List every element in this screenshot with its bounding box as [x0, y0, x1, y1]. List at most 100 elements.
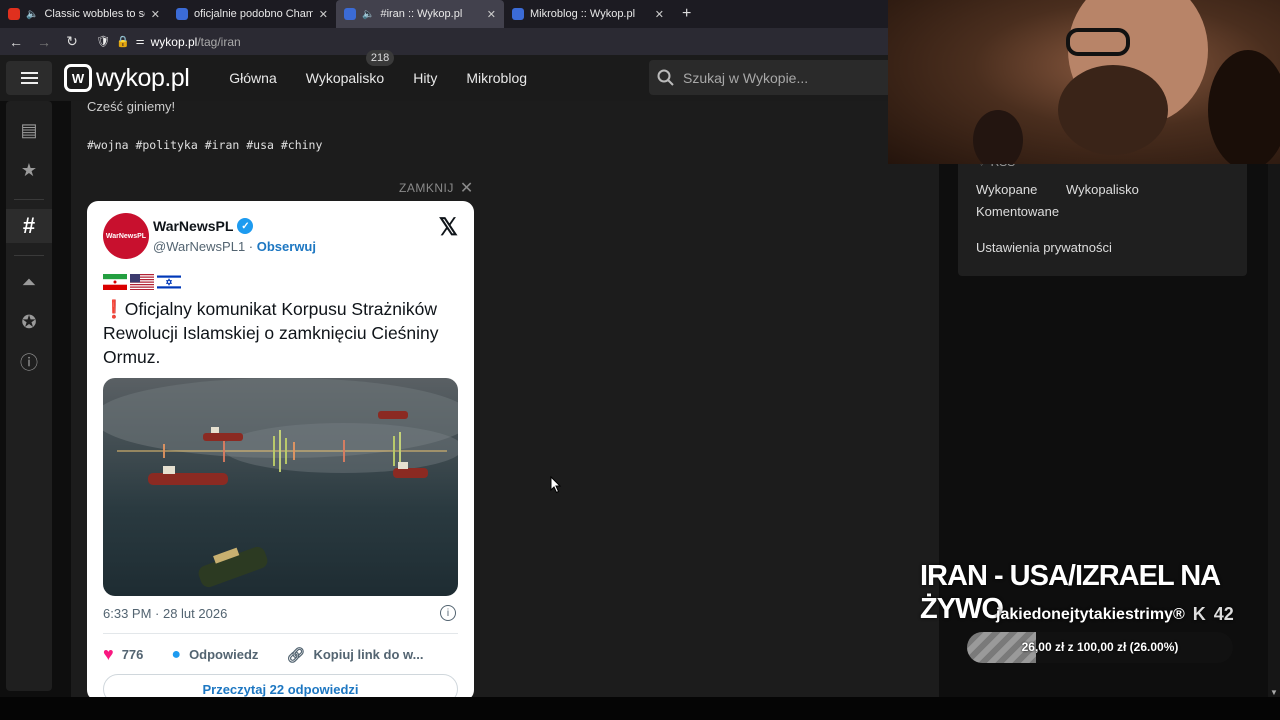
- nav-hity[interactable]: Hity: [413, 70, 437, 86]
- browser-tab[interactable]: 🔈 Classic wobbles to soothe y ✕: [0, 0, 168, 28]
- shield-icon[interactable]: 🛡: [96, 35, 110, 48]
- reply-button[interactable]: ● Odpowiedz: [171, 646, 258, 664]
- new-tab-icon[interactable]: +: [672, 5, 701, 23]
- main-content: Cześć giniemy! #wojna #polityka #iran #u…: [71, 99, 939, 701]
- x-logo-icon[interactable]: 𝕏: [439, 213, 458, 242]
- link-privacy-settings[interactable]: Ustawienia prywatności: [976, 240, 1112, 255]
- heart-icon: ♥: [103, 644, 114, 664]
- embedded-tweet: WarNewsPL WarNewsPL ✓ @WarNewsPL1 · Obse…: [87, 201, 474, 701]
- viewer-count: 42: [1213, 604, 1234, 624]
- close-tab-icon[interactable]: ✕: [319, 8, 328, 21]
- link-icon: 🔗︎: [286, 646, 306, 664]
- channel-row: jakiedonejtytakiestrimy® K 42: [996, 604, 1234, 625]
- search-input[interactable]: Szukaj w Wykopie...: [649, 60, 899, 95]
- divider: [14, 255, 44, 256]
- tab-favicon: [176, 8, 188, 20]
- close-icon: ✕: [459, 180, 474, 197]
- count-badge: 218: [365, 50, 395, 66]
- menu-icon[interactable]: [6, 61, 52, 95]
- speaker-icon[interactable]: 🔈: [26, 9, 38, 20]
- post-text: Cześć giniemy!: [87, 99, 176, 114]
- url-host: wykop.pl: [150, 34, 198, 49]
- ships-image: [103, 378, 458, 588]
- comment-icon: ●: [171, 645, 182, 663]
- badge-icon[interactable]: ✪: [6, 305, 52, 339]
- close-embed-button[interactable]: ZAMKNIJ ✕: [399, 178, 474, 198]
- israel-flag-icon: [157, 274, 181, 290]
- help-icon[interactable]: ⓘ: [6, 345, 52, 379]
- star-icon[interactable]: ★: [6, 153, 52, 187]
- webcam-overlay: [888, 0, 1280, 164]
- reply-label: Odpowiedz: [189, 647, 259, 662]
- tab-favicon: [344, 8, 356, 20]
- logo-text: wykop.pl: [96, 63, 190, 92]
- nav-glowna[interactable]: Główna: [229, 70, 276, 86]
- link-wykopane[interactable]: Wykopane: [976, 182, 1037, 197]
- close-tab-icon[interactable]: ✕: [487, 8, 496, 21]
- like-button[interactable]: ♥ 776: [103, 644, 143, 665]
- hashtag-icon[interactable]: #: [6, 209, 52, 243]
- nav-wykopalisko[interactable]: Wykopalisko 218: [305, 50, 395, 86]
- address-field[interactable]: 🛡 🔒 ⚌ wykop.pl/tag/iran: [96, 35, 241, 49]
- tweet-author[interactable]: WarNewsPL ✓: [153, 218, 254, 234]
- author-handle[interactable]: @WarNewsPL1: [153, 239, 245, 254]
- close-tab-icon[interactable]: ✕: [151, 8, 160, 21]
- browser-tab-active[interactable]: 🔈 #iran :: Wykop.pl ✕: [336, 0, 504, 28]
- taskbar: [0, 697, 1280, 720]
- scroll-down-icon[interactable]: ▼: [1270, 688, 1278, 697]
- main-nav: Główna Wykopalisko 218 Hity Mikroblog: [229, 50, 527, 86]
- like-count: 776: [121, 647, 144, 662]
- tab-title: #iran :: Wykop.pl: [380, 8, 463, 20]
- tab-title: Mikroblog :: Wykop.pl: [530, 8, 636, 20]
- tab-favicon: [512, 8, 524, 20]
- ranking-icon[interactable]: ⏶: [6, 265, 52, 299]
- links-icon[interactable]: ▤: [6, 113, 52, 147]
- nav-label: Wykopalisko: [305, 70, 385, 86]
- tab-title: oficjalnie podobno Chamenei R: [194, 8, 313, 20]
- flags: [103, 274, 181, 290]
- verified-icon: ✓: [237, 218, 254, 234]
- tweet-timestamp[interactable]: 6:33 PM · 28 lut 2026: [103, 606, 227, 621]
- webcam-image: [973, 0, 1280, 164]
- kick-icon: K: [1192, 604, 1206, 624]
- left-sidebar: ▤ ★ # ⏶ ✪ ⓘ: [6, 101, 52, 691]
- link-wykopalisko[interactable]: Wykopalisko: [1066, 182, 1139, 197]
- mouse-cursor-icon: [550, 476, 562, 494]
- divider: [103, 633, 458, 634]
- forward-icon[interactable]: →: [36, 34, 52, 50]
- site-logo[interactable]: W wykop.pl: [64, 63, 190, 93]
- browser-tab[interactable]: Mikroblog :: Wykop.pl ✕: [504, 0, 672, 28]
- usa-flag-icon: [130, 274, 154, 290]
- divider: [14, 199, 44, 200]
- browser-tab[interactable]: oficjalnie podobno Chamenei R ✕: [168, 0, 336, 28]
- post-tags[interactable]: #wojna #polityka #iran #usa #chiny: [87, 138, 322, 152]
- link-komentowane[interactable]: Komentowane: [976, 204, 1059, 219]
- lock-icon[interactable]: 🔒: [116, 35, 130, 48]
- tweet-handle-row: @WarNewsPL1 · Obserwuj: [153, 239, 316, 254]
- search-placeholder: Szukaj w Wykopie...: [683, 69, 809, 86]
- copy-link-button[interactable]: 🔗︎ Kopiuj link do w...: [286, 646, 423, 664]
- close-tab-icon[interactable]: ✕: [655, 8, 664, 21]
- copy-label: Kopiuj link do w...: [313, 647, 424, 662]
- search-icon: [657, 69, 674, 86]
- speaker-icon[interactable]: 🔈: [362, 9, 374, 20]
- close-label: ZAMKNIJ: [399, 181, 454, 195]
- follow-link[interactable]: Obserwuj: [257, 239, 316, 254]
- donation-goal-bar: 26,00 zł z 100,00 zł (26.00%): [967, 632, 1233, 663]
- nav-mikroblog[interactable]: Mikroblog: [466, 70, 527, 86]
- goal-text: 26,00 zł z 100,00 zł (26.00%): [1021, 640, 1179, 654]
- back-icon[interactable]: ←: [8, 34, 24, 50]
- reload-icon[interactable]: ↻: [64, 33, 80, 50]
- tab-favicon: [8, 8, 20, 20]
- author-name: WarNewsPL: [153, 218, 234, 234]
- tweet-video[interactable]: [103, 378, 458, 596]
- avatar[interactable]: WarNewsPL: [103, 213, 149, 259]
- page-info-icon[interactable]: ⚌: [136, 36, 145, 47]
- url-path: /tag/iran: [197, 34, 241, 49]
- tweet-body: ❗Oficjalny komunikat Korpusu Strażników …: [103, 299, 439, 367]
- wykop-logo-icon: W: [64, 64, 92, 92]
- tweet-actions: ♥ 776 ● Odpowiedz 🔗︎ Kopiuj link do w...: [103, 644, 463, 665]
- info-icon[interactable]: i: [440, 605, 456, 621]
- channel-name: jakiedonejtytakiestrimy®: [996, 605, 1185, 623]
- tab-title: Classic wobbles to soothe y: [44, 8, 145, 20]
